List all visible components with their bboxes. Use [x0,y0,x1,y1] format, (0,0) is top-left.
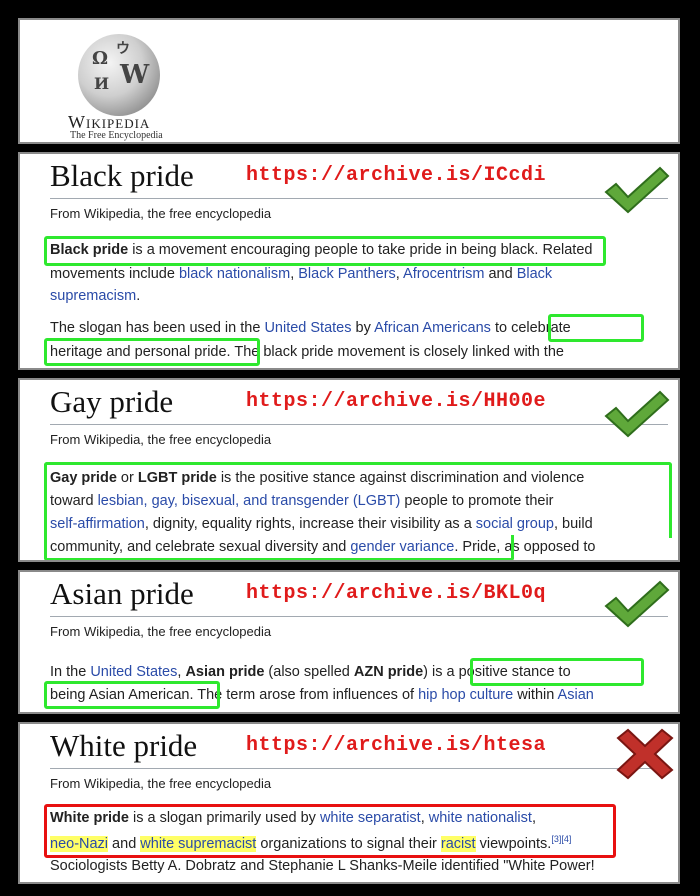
from-wikipedia: From Wikipedia, the free encyclopedia [50,206,272,221]
article-link[interactable]: Asian [558,687,594,703]
white-pride-panel: White pride https://archive.is/htesa Fro… [18,722,680,884]
title-rule [50,424,668,425]
title-rule [50,616,668,617]
highlight-box [44,681,220,709]
highlight-box [44,804,616,858]
cross-icon [616,728,674,780]
globe-glyph: W [120,60,150,90]
article-line: supremacism. [50,288,141,304]
article-link[interactable]: African Americans [374,320,491,336]
globe-glyph: И [94,74,110,93]
highlight-box [548,314,644,342]
title-rule [50,768,668,769]
asian-pride-panel: Asian pride https://archive.is/BKL0q Fro… [18,570,680,714]
article-link[interactable]: supremacism [50,288,136,304]
gay-pride-panel: Gay pride https://archive.is/HH00e From … [18,378,680,562]
black-pride-panel: Black pride https://archive.is/ICcdi Fro… [18,152,680,370]
article-link[interactable]: hip hop culture [418,687,513,703]
article-link[interactable]: black nationalism [179,266,290,282]
from-wikipedia: From Wikipedia, the free encyclopedia [50,432,272,447]
highlight-box [44,462,672,538]
article-line: movements include black nationalism, Bla… [50,266,553,282]
title-rule [50,198,668,199]
highlight-box [44,338,260,366]
archive-url: https://archive.is/htesa [246,734,547,757]
highlight-box [44,535,514,560]
check-icon [604,390,670,438]
wikipedia-logo-panel: Ω W И ウ Wikipedia The Free Encyclopedia [18,18,680,144]
from-wikipedia: From Wikipedia, the free encyclopedia [50,624,272,639]
archive-url: https://archive.is/BKL0q [246,582,547,605]
article-line: The slogan has been used in the United S… [50,320,571,336]
article-title: Asian pride [50,576,194,611]
article-link[interactable]: Black [517,266,552,282]
wikipedia-tagline: The Free Encyclopedia [70,130,163,141]
globe-glyph: Ω [92,48,109,69]
article-link[interactable]: Afrocentrism [403,266,484,282]
check-icon [604,580,670,628]
highlight-box [44,236,606,266]
check-icon [604,166,670,214]
wikipedia-globe-icon: Ω W И ウ [78,34,160,116]
article-title: Gay pride [50,384,174,419]
globe-glyph: ウ [116,41,130,57]
article-title: Black pride [50,158,194,193]
article-link[interactable]: United States [264,320,351,336]
article-link[interactable]: Black Panthers [298,266,396,282]
article-title: White pride [50,728,198,763]
archive-url: https://archive.is/HH00e [246,390,547,413]
article-line: Sociologists Betty A. Dobratz and Stepha… [50,858,595,874]
highlight-box [470,658,644,686]
from-wikipedia: From Wikipedia, the free encyclopedia [50,776,272,791]
archive-url: https://archive.is/ICcdi [246,164,547,187]
article-link[interactable]: United States [90,664,177,680]
